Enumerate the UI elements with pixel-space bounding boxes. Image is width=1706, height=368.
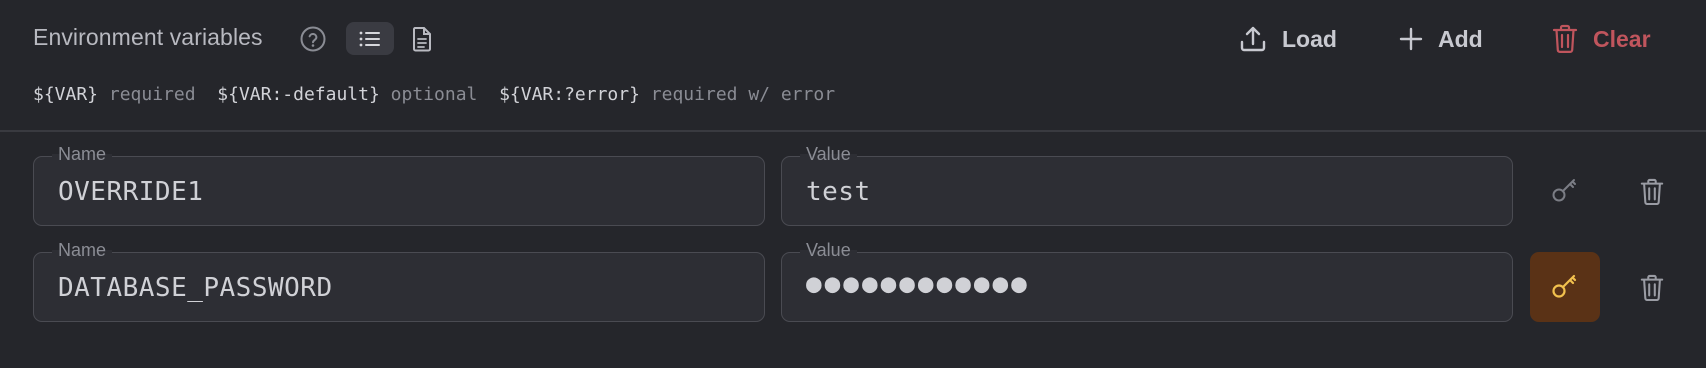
masked-value[interactable]: ●●●●●●●●●●●● — [806, 269, 1030, 299]
divider — [0, 130, 1706, 132]
hint-code: ${VAR:-default} — [217, 84, 380, 105]
key-icon — [1552, 179, 1576, 202]
value-value[interactable]: test — [806, 177, 871, 207]
plus-icon — [1399, 27, 1423, 51]
value-label: Value — [800, 239, 857, 261]
file-text-icon[interactable] — [410, 25, 434, 53]
list-view-toggle[interactable] — [346, 22, 394, 55]
hint-code: ${VAR} — [33, 84, 99, 105]
name-value[interactable]: DATABASE_PASSWORD — [58, 273, 333, 303]
hint-desc: required — [108, 84, 196, 105]
name-field[interactable]: Name DATABASE_PASSWORD — [33, 239, 765, 322]
name-label: Name — [52, 239, 113, 261]
section-title: Environment variables — [33, 24, 263, 50]
upload-icon — [1240, 26, 1266, 52]
add-button[interactable]: Add — [1398, 20, 1483, 58]
list-icon — [359, 31, 380, 46]
delete-row-button[interactable] — [1632, 172, 1672, 212]
trash-icon — [1552, 24, 1578, 54]
env-vars-header: Environment variables Load Add Clear — [0, 0, 1706, 76]
hint-code: ${VAR:?error} — [499, 84, 640, 105]
name-value[interactable]: OVERRIDE1 — [58, 177, 203, 207]
load-label: Load — [1282, 25, 1337, 52]
key-icon — [1552, 274, 1577, 298]
delete-row-button[interactable] — [1632, 268, 1672, 308]
clear-label: Clear — [1593, 25, 1651, 52]
name-label: Name — [52, 143, 113, 165]
hint-desc: required w/ error — [650, 84, 836, 105]
clear-button[interactable]: Clear — [1551, 20, 1651, 58]
name-field[interactable]: Name OVERRIDE1 — [33, 143, 765, 226]
load-button[interactable]: Load — [1238, 20, 1337, 58]
help-circle-icon[interactable] — [299, 25, 327, 53]
trash-icon — [1640, 274, 1664, 302]
trash-icon — [1640, 178, 1664, 206]
syntax-hints: ${VAR} required ${VAR:-default} optional… — [33, 84, 835, 105]
add-label: Add — [1438, 25, 1483, 52]
secret-toggle-button[interactable] — [1530, 252, 1600, 322]
secret-toggle-button[interactable] — [1530, 156, 1600, 226]
value-label: Value — [800, 143, 857, 165]
value-field[interactable]: Value ●●●●●●●●●●●● — [781, 239, 1513, 322]
value-field[interactable]: Value test — [781, 143, 1513, 226]
hint-desc: optional — [390, 84, 478, 105]
